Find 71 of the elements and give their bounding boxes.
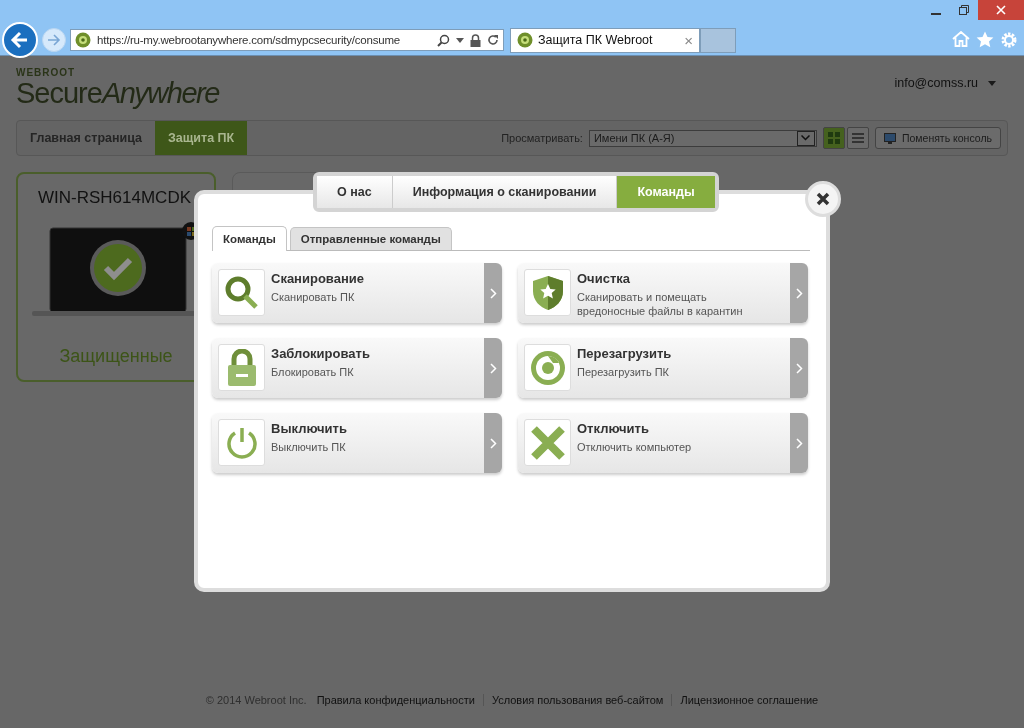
command-title: Сканирование	[271, 271, 365, 286]
command-button[interactable]: Отключить Отключить компьютер	[518, 413, 808, 473]
refresh-icon[interactable]	[487, 34, 499, 46]
chevron-icon	[801, 135, 811, 141]
restore-icon	[959, 5, 969, 15]
shield-icon	[531, 274, 564, 311]
close-icon	[996, 5, 1006, 15]
star-icon[interactable]	[976, 31, 994, 48]
cross-icon	[529, 424, 566, 461]
back-arrow-icon	[10, 30, 30, 50]
command-title: Перезагрузить	[577, 346, 673, 361]
grid-icon	[827, 132, 840, 144]
minimize-icon	[931, 12, 941, 15]
command-title: Заблокировать	[271, 346, 371, 361]
list-view-button[interactable]	[846, 127, 869, 149]
chevron-icon	[795, 437, 803, 449]
command-description: Сканировать ПК	[271, 290, 356, 304]
sort-label: Просматривать:	[501, 132, 583, 144]
home-icon[interactable]	[952, 31, 970, 47]
brand-logo: SecureAnywhere	[16, 78, 219, 108]
tab-title: Защита ПК Webroot	[538, 33, 654, 47]
lock-icon	[470, 33, 481, 47]
command-description: Сканировать и помещать вредоносные файлы в карантин	[577, 290, 744, 318]
chevron-icon	[489, 437, 497, 449]
browser-tab[interactable]: Защита ПК Webroot ×	[510, 27, 700, 53]
nav-tab[interactable]: Защита ПК	[155, 121, 248, 155]
command-title: Отключить	[577, 421, 650, 436]
power-icon	[224, 425, 259, 460]
url-text: https://ru-my.webrootanywhere.com/sdmypcsecurity/consume	[97, 34, 402, 46]
lock-icon	[226, 348, 257, 387]
new-tab-button[interactable]	[700, 27, 736, 53]
command-button[interactable]: Сканирование Сканировать ПК	[212, 263, 502, 323]
chevron-icon	[489, 287, 497, 299]
command-title: Очистка	[577, 271, 631, 286]
close-dialog-button[interactable]	[805, 181, 841, 217]
grid-view-button[interactable]	[822, 127, 845, 149]
command-title: Выключить	[271, 421, 348, 436]
chevron-icon	[489, 362, 497, 374]
command-description: Отключить компьютер	[577, 440, 693, 454]
subtab[interactable]: Команды	[212, 226, 287, 251]
list-icon	[851, 132, 864, 144]
command-button[interactable]: Очистка Сканировать и помещать вредоносные файлы в карантин	[518, 263, 808, 323]
forward-button[interactable]	[42, 28, 66, 52]
brand-logo-small: WEBROOT	[16, 68, 77, 78]
command-button[interactable]: Заблокировать Блокировать ПК	[212, 338, 502, 398]
address-bar[interactable]: https://ru-my.webrootanywhere.com/sdmypcsecurity/consume	[70, 29, 504, 51]
command-description: Выключить ПК	[271, 440, 347, 454]
site-icon	[517, 32, 533, 48]
command-description: Блокировать ПК	[271, 365, 355, 379]
command-button[interactable]: Перезагрузить Перезагрузить ПК	[518, 338, 808, 398]
chevron-icon	[795, 362, 803, 374]
caret-icon[interactable]	[456, 37, 464, 43]
settings-icon[interactable]	[1000, 31, 1018, 49]
dialog-tab[interactable]: Информация о сканировании	[392, 176, 618, 208]
magnifier-icon	[224, 275, 259, 310]
monitor-icon	[883, 132, 896, 144]
subtab[interactable]: Отправленные команды	[289, 227, 452, 250]
close-icon	[816, 192, 830, 206]
device-status: Защищенные	[59, 346, 173, 367]
back-button[interactable]	[2, 22, 38, 58]
device-name: WIN-RSH614MCDK	[38, 188, 192, 208]
forward-arrow-icon	[47, 33, 61, 47]
caret-icon	[988, 80, 996, 86]
tab-close-button[interactable]: ×	[684, 31, 693, 49]
chevron-icon	[795, 287, 803, 299]
command-button[interactable]: Выключить Выключить ПК	[212, 413, 502, 473]
refresh-icon	[529, 349, 566, 386]
search-icon[interactable]	[437, 33, 450, 47]
command-description: Перезагрузить ПК	[577, 365, 670, 379]
site-icon	[75, 32, 91, 48]
dialog-tab[interactable]: О нас	[317, 176, 393, 208]
